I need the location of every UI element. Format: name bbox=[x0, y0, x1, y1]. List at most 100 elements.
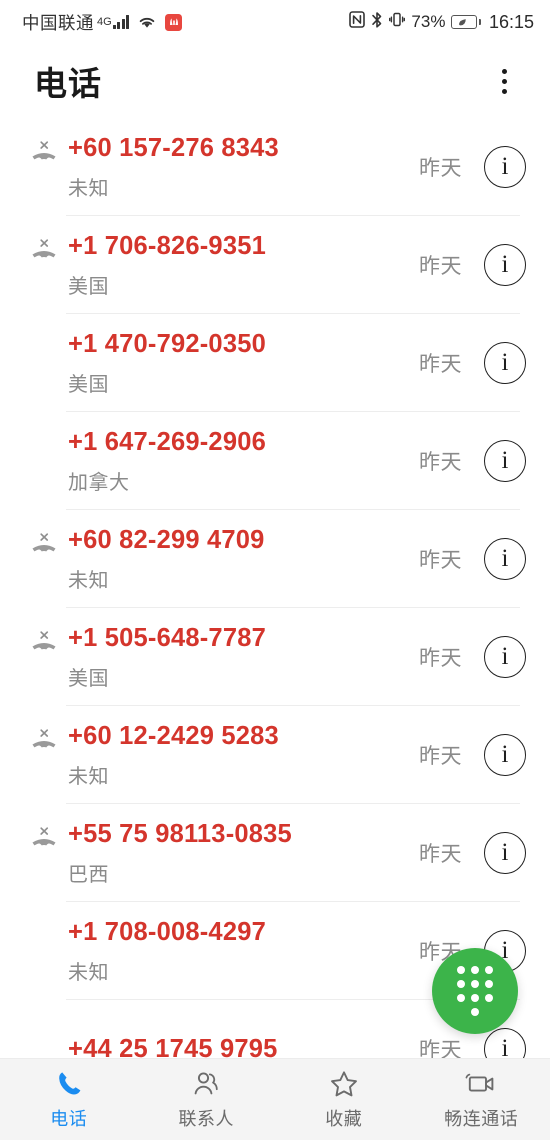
call-time: 昨天 bbox=[419, 843, 462, 866]
nav-item-video-call[interactable]: 畅连通话 bbox=[413, 1059, 550, 1140]
info-icon: i bbox=[501, 642, 509, 670]
nav-item-label: 收藏 bbox=[325, 1108, 363, 1129]
call-log-row[interactable]: +60 82-299 4709 未知 昨天 i bbox=[0, 510, 550, 608]
info-icon: i bbox=[501, 544, 509, 572]
call-log-list[interactable]: +60 157-276 8343 未知 昨天 i +1 706-826-9351… bbox=[0, 118, 550, 1058]
call-type-icon-slot bbox=[22, 1000, 66, 1058]
call-region: 巴西 bbox=[68, 863, 109, 886]
call-type-icon-slot bbox=[22, 902, 66, 1000]
phone-icon bbox=[54, 1069, 84, 1099]
call-log-row[interactable]: +1 647-269-2906 加拿大 昨天 i bbox=[0, 412, 550, 510]
call-region: 美国 bbox=[68, 667, 109, 690]
call-type-icon-slot bbox=[22, 804, 66, 902]
call-details-button[interactable]: i bbox=[484, 342, 526, 384]
missed-call-icon bbox=[32, 729, 56, 748]
info-icon: i bbox=[501, 250, 509, 278]
call-type-icon-slot bbox=[22, 608, 66, 706]
call-info: +1 706-826-9351 美国 bbox=[66, 232, 419, 299]
call-time: 昨天 bbox=[419, 157, 462, 180]
call-info: +1 470-792-0350 美国 bbox=[66, 330, 419, 397]
call-time: 昨天 bbox=[419, 255, 462, 278]
call-number: +55 75 98113-0835 bbox=[68, 819, 292, 848]
call-time: 昨天 bbox=[419, 745, 462, 768]
call-log-row[interactable]: +60 12-2429 5283 未知 昨天 i bbox=[0, 706, 550, 804]
call-info: +1 505-648-7787 美国 bbox=[66, 624, 419, 691]
nav-item-contacts[interactable]: 联系人 bbox=[138, 1059, 276, 1140]
missed-call-icon bbox=[32, 141, 56, 160]
info-icon: i bbox=[501, 1034, 509, 1059]
call-time: 昨天 bbox=[419, 549, 462, 572]
call-region: 加拿大 bbox=[68, 471, 130, 494]
call-time: 昨天 bbox=[419, 1039, 462, 1058]
call-info: +55 75 98113-0835 巴西 bbox=[66, 820, 419, 887]
nav-item-label: 联系人 bbox=[178, 1108, 234, 1129]
app-bar: 电话 bbox=[0, 44, 550, 118]
huawei-badge-icon bbox=[165, 13, 183, 31]
nav-item-phone[interactable]: 电话 bbox=[0, 1059, 138, 1140]
status-bar: 中国联通 4G 73% 16:15 bbox=[0, 0, 550, 44]
call-number: +1 708-008-4297 bbox=[68, 917, 266, 946]
call-type-icon-slot bbox=[22, 118, 66, 216]
info-icon: i bbox=[501, 838, 509, 866]
dialpad-icon bbox=[457, 966, 493, 1016]
missed-call-icon bbox=[32, 827, 56, 846]
call-number: +1 647-269-2906 bbox=[68, 427, 266, 456]
call-details-button[interactable]: i bbox=[484, 734, 526, 776]
call-time: 昨天 bbox=[419, 647, 462, 670]
call-number: +1 505-648-7787 bbox=[68, 623, 266, 652]
call-region: 未知 bbox=[68, 961, 109, 984]
call-number: +60 157-276 8343 bbox=[68, 133, 279, 162]
signal-bars-icon bbox=[112, 15, 130, 29]
dialpad-button[interactable] bbox=[432, 948, 518, 1034]
call-log-row[interactable]: +1 470-792-0350 美国 昨天 i bbox=[0, 314, 550, 412]
call-info: +1 647-269-2906 加拿大 bbox=[66, 428, 419, 495]
call-type-icon-slot bbox=[22, 314, 66, 412]
nfc-icon bbox=[349, 11, 366, 33]
call-info: +60 82-299 4709 未知 bbox=[66, 526, 419, 593]
star-icon bbox=[329, 1069, 359, 1099]
call-region: 未知 bbox=[68, 569, 109, 592]
overflow-menu-icon[interactable] bbox=[484, 59, 524, 103]
wifi-icon bbox=[136, 14, 158, 30]
call-log-row[interactable]: +1 706-826-9351 美国 昨天 i bbox=[0, 216, 550, 314]
call-details-button[interactable]: i bbox=[484, 146, 526, 188]
status-bar-right: 73% 16:15 bbox=[343, 11, 534, 34]
call-log-row[interactable]: +55 75 98113-0835 巴西 昨天 i bbox=[0, 804, 550, 902]
battery-percent: 73% bbox=[411, 12, 446, 31]
call-type-icon-slot bbox=[22, 706, 66, 804]
call-details-button[interactable]: i bbox=[484, 1028, 526, 1058]
nav-item-label: 电话 bbox=[50, 1108, 88, 1129]
call-region: 美国 bbox=[68, 275, 109, 298]
overflow-dot bbox=[501, 68, 507, 74]
call-details-button[interactable]: i bbox=[484, 244, 526, 286]
call-region: 美国 bbox=[68, 373, 109, 396]
missed-call-icon bbox=[32, 631, 56, 650]
bottom-navigation: 电话 联系人 收藏 畅连通话 bbox=[0, 1058, 550, 1140]
call-number: +60 82-299 4709 bbox=[68, 525, 265, 554]
overflow-dot bbox=[501, 88, 507, 94]
overflow-dot bbox=[501, 78, 507, 84]
clock: 16:15 bbox=[488, 11, 534, 32]
call-details-button[interactable]: i bbox=[484, 440, 526, 482]
call-log-row[interactable]: +60 157-276 8343 未知 昨天 i bbox=[0, 118, 550, 216]
network-type-label: 4G bbox=[97, 16, 112, 28]
carrier-name: 中国联通 bbox=[22, 12, 94, 33]
nav-item-star[interactable]: 收藏 bbox=[275, 1059, 413, 1140]
info-icon: i bbox=[501, 740, 509, 768]
call-details-button[interactable]: i bbox=[484, 636, 526, 678]
call-region: 未知 bbox=[68, 177, 109, 200]
vibrate-icon bbox=[389, 11, 406, 33]
call-number: +1 706-826-9351 bbox=[68, 231, 266, 260]
call-details-button[interactable]: i bbox=[484, 538, 526, 580]
bluetooth-icon bbox=[371, 11, 383, 34]
info-icon: i bbox=[501, 348, 509, 376]
call-time: 昨天 bbox=[419, 451, 462, 474]
call-number: +60 12-2429 5283 bbox=[68, 721, 279, 750]
info-icon: i bbox=[501, 446, 509, 474]
call-number: +44 25 1745 9795 bbox=[68, 1034, 278, 1059]
call-type-icon-slot bbox=[22, 216, 66, 314]
nav-item-label: 畅连通话 bbox=[444, 1108, 519, 1129]
call-details-button[interactable]: i bbox=[484, 832, 526, 874]
call-info: +60 12-2429 5283 未知 bbox=[66, 722, 419, 789]
call-log-row[interactable]: +1 505-648-7787 美国 昨天 i bbox=[0, 608, 550, 706]
